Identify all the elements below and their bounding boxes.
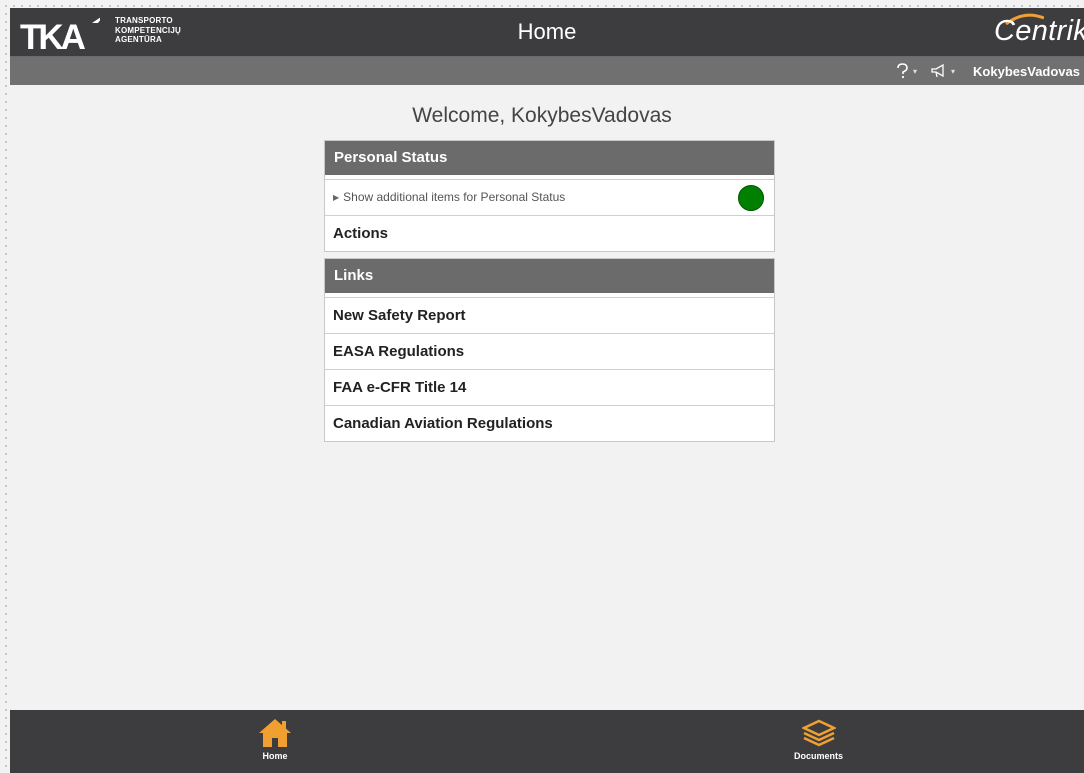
nav-home[interactable]: Home: [258, 718, 292, 761]
links-panel: Links New Safety Report EASA Regulations…: [324, 258, 775, 442]
help-icon: [897, 63, 908, 79]
chevron-down-icon: ▾: [951, 66, 956, 76]
brand-logo: Centrik: [994, 15, 1084, 47]
expand-personal-status[interactable]: ▶ Show additional items for Personal Stat…: [325, 180, 774, 216]
app-header: TKA TRANSPORTO KOMPETENCIJŲ AGENTŪRA Hom…: [10, 8, 1084, 57]
link-easa-regulations[interactable]: EASA Regulations: [325, 334, 774, 370]
home-icon: [259, 719, 291, 747]
welcome-heading: Welcome, KokybesVadovas: [412, 104, 672, 127]
link-faa-ecfr-title-14[interactable]: FAA e-CFR Title 14: [325, 370, 774, 406]
layers-icon: [801, 719, 836, 747]
personal-status-header: Personal Status: [325, 141, 774, 175]
megaphone-icon: [931, 64, 944, 78]
caret-right-icon: ▶: [333, 193, 340, 202]
link-canadian-aviation-regulations[interactable]: Canadian Aviation Regulations: [325, 406, 774, 441]
actions-row[interactable]: Actions: [325, 216, 774, 251]
chevron-down-icon: ▾: [913, 66, 918, 76]
user-menu[interactable]: KokybesVadovas: [973, 64, 1080, 79]
sub-toolbar: ▾ ▾ KokybesVadovas: [10, 57, 1084, 85]
links-header: Links: [325, 259, 774, 293]
help-menu[interactable]: ▾: [896, 63, 917, 79]
personal-status-panel: Personal Status ▶ Show additional items f…: [324, 140, 775, 252]
announcements-menu[interactable]: ▾: [931, 64, 955, 78]
nav-documents[interactable]: Documents: [794, 718, 843, 761]
page-title: Home: [517, 19, 577, 44]
background-dots-top: [0, 0, 1084, 8]
link-new-safety-report[interactable]: New Safety Report: [325, 298, 774, 334]
bottom-nav: Home Documents: [10, 710, 1084, 773]
status-indicator: [738, 185, 764, 211]
